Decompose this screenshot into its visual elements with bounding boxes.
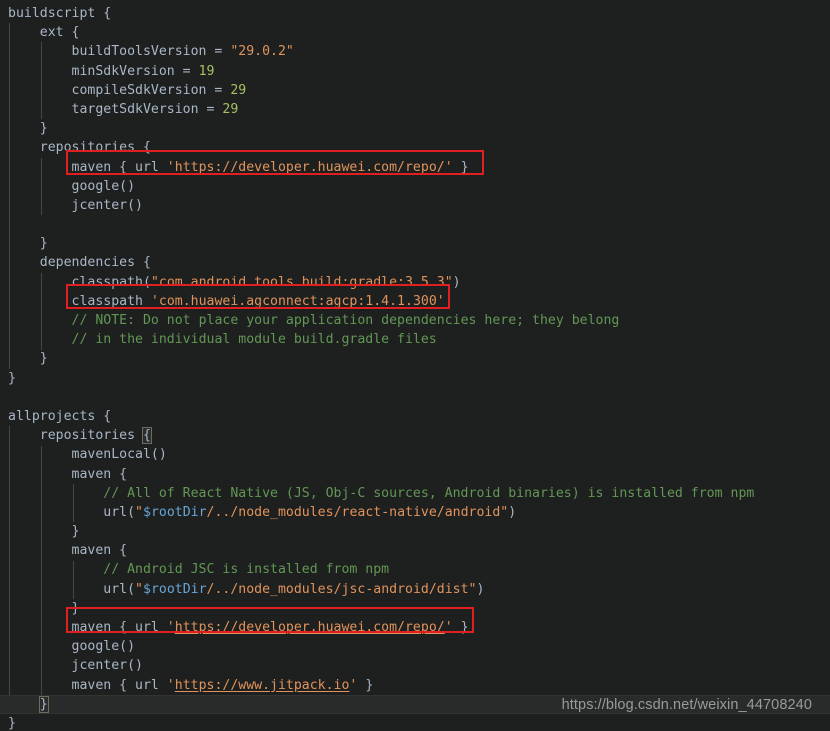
code-line[interactable]: ext { xyxy=(0,23,830,42)
code-editor-screenshot: buildscript { ext { buildToolsVersion = … xyxy=(0,0,830,731)
bracket-match-highlight: { xyxy=(141,427,152,445)
bracket-match-highlight: } xyxy=(38,695,49,713)
code-line[interactable]: minSdkVersion = 19 xyxy=(0,62,830,81)
code-line[interactable]: maven { xyxy=(0,541,830,560)
code-line[interactable]: } xyxy=(0,599,830,618)
code-line[interactable]: } xyxy=(0,369,830,388)
code-line[interactable] xyxy=(0,388,830,407)
code-line[interactable]: classpath("com.android.tools.build:gradl… xyxy=(0,273,830,292)
code-line[interactable]: compileSdkVersion = 29 xyxy=(0,81,830,100)
code-line[interactable]: maven { url 'https://www.jitpack.io' } xyxy=(0,676,830,695)
code-line[interactable]: maven { url 'https://developer.huawei.co… xyxy=(0,158,830,177)
code-line[interactable]: allprojects { xyxy=(0,407,830,426)
code-line[interactable]: } xyxy=(0,349,830,368)
code-line[interactable]: // All of React Native (JS, Obj-C source… xyxy=(0,484,830,503)
code-line[interactable]: targetSdkVersion = 29 xyxy=(0,100,830,119)
code-line[interactable]: mavenLocal() xyxy=(0,445,830,464)
code-line[interactable] xyxy=(0,215,830,234)
code-line[interactable]: // in the individual module build.gradle… xyxy=(0,330,830,349)
code-line[interactable]: url("$rootDir/../node_modules/react-nati… xyxy=(0,503,830,522)
code-line[interactable]: repositories { xyxy=(0,138,830,157)
code-line[interactable]: url("$rootDir/../node_modules/jsc-androi… xyxy=(0,580,830,599)
code-line[interactable]: } xyxy=(0,119,830,138)
code-line[interactable]: google() xyxy=(0,177,830,196)
code-line[interactable]: buildscript { xyxy=(0,4,830,23)
code-line[interactable]: jcenter() xyxy=(0,196,830,215)
code-line[interactable]: google() xyxy=(0,637,830,656)
csdn-watermark: https://blog.csdn.net/weixin_44708240 xyxy=(561,697,812,713)
code-line[interactable]: } xyxy=(0,714,830,731)
code-line[interactable]: // Android JSC is installed from npm xyxy=(0,560,830,579)
code-editor-content[interactable]: buildscript { ext { buildToolsVersion = … xyxy=(0,0,830,731)
code-line[interactable]: maven { xyxy=(0,465,830,484)
code-line[interactable]: // NOTE: Do not place your application d… xyxy=(0,311,830,330)
code-line[interactable]: repositories { xyxy=(0,426,830,445)
code-line[interactable]: jcenter() xyxy=(0,656,830,675)
code-line[interactable]: } xyxy=(0,234,830,253)
code-line[interactable]: } xyxy=(0,522,830,541)
code-line[interactable]: maven { url 'https://developer.huawei.co… xyxy=(0,618,830,637)
code-line[interactable]: buildToolsVersion = "29.0.2" xyxy=(0,42,830,61)
code-line[interactable]: dependencies { xyxy=(0,253,830,272)
code-line[interactable]: classpath 'com.huawei.agconnect:agcp:1.4… xyxy=(0,292,830,311)
